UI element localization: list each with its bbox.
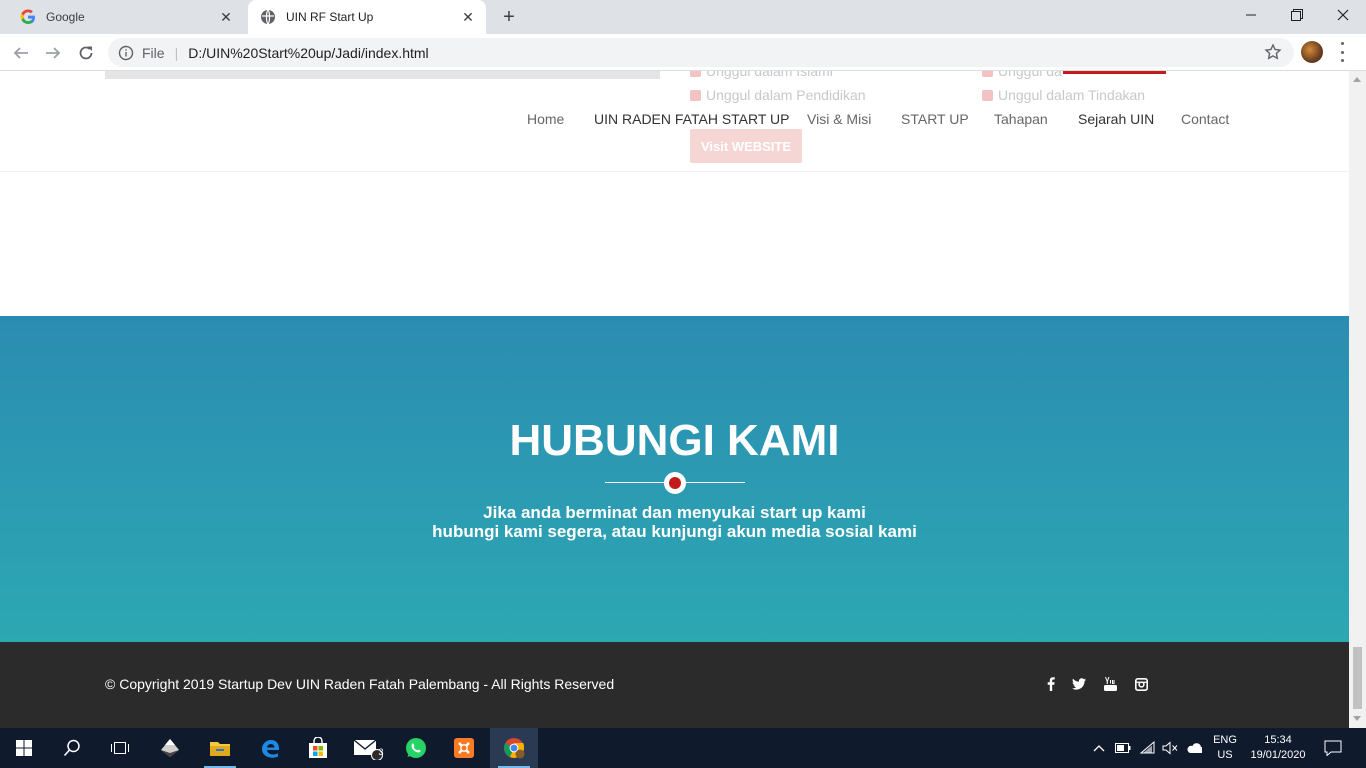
title-divider xyxy=(605,472,745,494)
nav-visi-misi[interactable]: Visi & Misi xyxy=(807,111,871,127)
google-favicon-icon xyxy=(20,9,36,25)
page-scrollbar[interactable] xyxy=(1349,71,1366,728)
nav-sejarah-uin[interactable]: Sejarah UIN xyxy=(1078,111,1154,127)
address-bar[interactable]: File | D:/UIN%20Start%20up/Jadi/index.ht… xyxy=(108,38,1294,67)
nav-tahapan[interactable]: Tahapan xyxy=(994,111,1048,127)
chrome-icon[interactable] xyxy=(490,728,538,768)
url-separator: | xyxy=(174,44,179,61)
tab-google[interactable]: Google ✕ xyxy=(8,0,244,34)
section-title: HUBUNGI KAMI xyxy=(509,416,840,465)
browser-toolbar: File | D:/UIN%20Start%20up/Jadi/index.ht… xyxy=(0,34,1366,71)
section-description: Jika anda berminat dan menyukai start up… xyxy=(0,503,1349,541)
windows-start-icon[interactable] xyxy=(0,728,48,768)
tab-title: Google xyxy=(46,10,85,24)
nav-start-up[interactable]: START UP xyxy=(901,111,969,127)
url-text: D:/UIN%20Start%20up/Jadi/index.html xyxy=(188,44,429,61)
battery-icon[interactable] xyxy=(1115,740,1131,756)
system-clock[interactable]: 15:34 19/01/2020 xyxy=(1244,733,1312,763)
check-icon xyxy=(982,71,993,77)
forward-arrow-icon[interactable] xyxy=(40,40,66,66)
profile-avatar[interactable] xyxy=(1301,41,1323,63)
nav-divider xyxy=(0,171,1349,172)
task-view-icon[interactable] xyxy=(96,728,144,768)
info-icon[interactable] xyxy=(118,45,134,61)
instagram-icon[interactable] xyxy=(1134,677,1148,691)
youtube-icon[interactable] xyxy=(1103,677,1117,691)
browser-menu-icon[interactable] xyxy=(1338,42,1346,62)
copyright-text: © Copyright 2019 Startup Dev UIN Raden F… xyxy=(105,676,615,692)
store-icon[interactable] xyxy=(294,728,342,768)
minimize-icon[interactable] xyxy=(1228,0,1274,30)
notifications-icon[interactable] xyxy=(1324,739,1342,757)
close-window-icon[interactable] xyxy=(1320,0,1366,30)
chevron-up-icon[interactable] xyxy=(1091,740,1107,756)
main-navigation: Home UIN RADEN FATAH START UP Visi & Mis… xyxy=(0,101,1349,141)
facebook-icon[interactable] xyxy=(1044,677,1058,691)
mail-badge: 3 xyxy=(378,747,384,757)
close-tab-icon[interactable]: ✕ xyxy=(218,9,234,25)
time-text: 15:34 xyxy=(1264,734,1292,746)
search-icon[interactable] xyxy=(48,728,96,768)
xampp-icon[interactable] xyxy=(440,728,488,768)
reload-icon[interactable] xyxy=(73,40,99,66)
bookmark-star-icon[interactable] xyxy=(1264,43,1282,61)
close-tab-icon[interactable]: ✕ xyxy=(460,9,476,25)
volume-muted-icon[interactable] xyxy=(1162,740,1178,756)
page-footer: © Copyright 2019 Startup Dev UIN Raden F… xyxy=(0,642,1349,728)
whatsapp-icon[interactable] xyxy=(392,728,440,768)
tab-uin-rf-start-up[interactable]: UIN RF Start Up ✕ xyxy=(248,0,486,34)
edge-icon[interactable] xyxy=(246,728,294,768)
language-indicator[interactable]: ENG US xyxy=(1210,733,1240,763)
onedrive-cloud-icon[interactable] xyxy=(1186,740,1202,756)
description-line: Jika anda berminat dan menyukai start up… xyxy=(483,503,866,522)
new-tab-icon[interactable]: + xyxy=(498,6,520,28)
check-icon xyxy=(982,89,993,101)
scroll-down-icon[interactable] xyxy=(1353,716,1361,721)
check-icon xyxy=(690,71,701,77)
tab-strip: Google ✕ UIN RF Start Up ✕ + xyxy=(0,0,1366,34)
file-explorer-icon[interactable] xyxy=(196,728,244,768)
scheme-label: File xyxy=(142,44,165,61)
nav-contact[interactable]: Contact xyxy=(1181,111,1229,127)
description-line: hubungi kami segera, atau kunjungi akun … xyxy=(432,522,917,541)
check-icon xyxy=(690,89,701,101)
page-viewport: Unggul dalam Islami Unggul dalam Pendidi… xyxy=(0,71,1349,728)
inkscape-icon[interactable] xyxy=(146,728,194,768)
mail-icon[interactable]: 3 xyxy=(344,728,392,768)
tab-title: UIN RF Start Up xyxy=(286,10,374,24)
nav-home[interactable]: Home xyxy=(527,111,564,127)
globe-icon xyxy=(260,9,276,25)
nav-uin-raden-fatah-start-up[interactable]: UIN RADEN FATAH START UP xyxy=(594,111,790,127)
windows-taskbar: 3 ENG US 15:34 19/01/2020 xyxy=(0,728,1366,768)
contact-section: HUBUNGI KAMI Jika anda berminat dan meny… xyxy=(0,316,1349,642)
feature-item: Unggul dalam Islami xyxy=(690,71,833,79)
scroll-thumb[interactable] xyxy=(1353,647,1362,709)
wifi-icon[interactable] xyxy=(1140,740,1156,756)
back-arrow-icon[interactable] xyxy=(8,40,34,66)
date-text: 19/01/2020 xyxy=(1250,749,1306,761)
restore-icon[interactable] xyxy=(1274,0,1320,30)
feature-item: Unggul da xyxy=(982,71,1062,79)
scroll-up-icon[interactable] xyxy=(1353,77,1361,82)
twitter-icon[interactable] xyxy=(1072,677,1086,691)
image-placeholder xyxy=(105,71,660,79)
accent-bar xyxy=(1063,71,1166,74)
divider-dot-icon xyxy=(664,472,686,494)
